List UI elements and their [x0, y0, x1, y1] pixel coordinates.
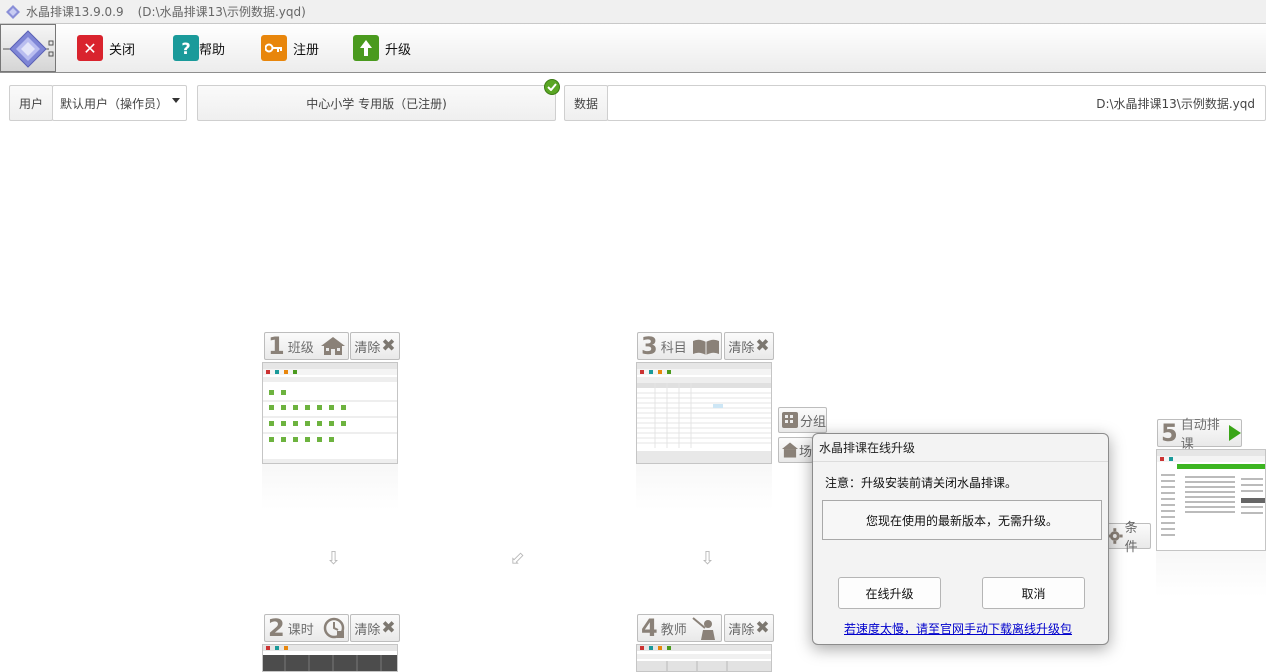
clear-label: 清除 [354, 622, 381, 638]
house-icon [782, 442, 798, 458]
step-label: 科目 [660, 340, 687, 356]
toolbar: ✕ 关闭 ? 帮助 注册 升级 [0, 24, 1266, 73]
clear-label: 清除 [354, 340, 381, 356]
class-preview-thumbnail[interactable] [262, 362, 398, 464]
app-logo-icon [6, 4, 20, 19]
step-label: 班级 [287, 340, 314, 356]
period-preview-image [263, 645, 397, 671]
step-number: 2 [268, 614, 285, 642]
auto-schedule-preview-thumbnail[interactable] [1156, 449, 1266, 551]
grid-icon [782, 412, 798, 428]
down-arrow-icon: ⇩ [326, 548, 342, 569]
user-label: 用户 [18, 96, 43, 111]
user-select[interactable]: 默认用户（操作员） [52, 85, 187, 121]
group-label: 分组 [800, 414, 827, 430]
venue-button[interactable]: 场 [778, 437, 813, 463]
user-label-box: 用户 [9, 85, 53, 121]
class-preview-reflection [262, 464, 398, 510]
close-button[interactable]: ✕ 关闭 [77, 34, 135, 62]
clock-icon [323, 617, 344, 639]
down-arrow-icon: ⇩ [700, 548, 716, 569]
dialog-status-message: 您现在使用的最新版本，无需升级。 [822, 500, 1102, 540]
book-icon [692, 339, 719, 355]
key-icon [261, 35, 287, 61]
offline-download-link[interactable]: 若速度太慢，请至官网手动下载离线升级包 [844, 620, 1072, 637]
clear-class-button[interactable]: 清除 ✖ [350, 332, 400, 360]
teacher-icon [692, 617, 715, 640]
subject-preview-thumbnail[interactable] [636, 362, 772, 464]
data-label-box: 数据 [564, 85, 608, 121]
gear-icon [1107, 528, 1123, 544]
clear-x-icon: ✖ [381, 336, 396, 356]
data-label: 数据 [573, 96, 598, 111]
clear-x-icon: ✖ [755, 618, 770, 638]
class-preview-image [263, 363, 397, 463]
dialog-divider [813, 461, 1108, 462]
teacher-preview-thumbnail[interactable] [636, 644, 772, 672]
license-box: 中心小学 专用版（已注册) [197, 85, 556, 121]
license-text: 中心小学 专用版（已注册) [306, 96, 447, 111]
help-label: 帮助 [199, 42, 226, 58]
data-path-value: D:\水晶排课13\示例数据.yqd [1096, 96, 1255, 111]
auto-schedule-preview-reflection [1156, 551, 1266, 597]
step-number: 1 [268, 332, 285, 360]
data-path-box: D:\水晶排课13\示例数据.yqd [607, 85, 1266, 121]
house-icon [320, 337, 345, 355]
app-title: 水晶排课13.9.0.9 [26, 5, 124, 19]
clear-x-icon: ✖ [755, 336, 770, 356]
step-class-button[interactable]: 1 班级 [264, 332, 349, 360]
upgrade-label: 升级 [385, 42, 412, 58]
step-label: 课时 [287, 622, 314, 638]
status-message-text: 您现在使用的最新版本，无需升级。 [865, 513, 1058, 528]
app-menu-button[interactable] [0, 24, 56, 72]
auto-schedule-preview-image [1157, 450, 1265, 536]
close-icon: ✕ [77, 35, 103, 61]
play-icon [1229, 425, 1241, 441]
condition-label: 条件 [1124, 521, 1138, 555]
teacher-preview-image [637, 645, 771, 671]
period-preview-thumbnail[interactable] [262, 644, 398, 672]
user-select-value: 默认用户（操作员） [60, 96, 169, 111]
step-label: 自动排课 [1180, 418, 1220, 452]
crystal-logo-icon [3, 30, 54, 68]
step-number: 4 [641, 614, 658, 642]
step-subject-button[interactable]: 3 科目 [637, 332, 722, 360]
step-teacher-button[interactable]: 4 教师 [637, 614, 722, 642]
venue-label: 场 [798, 444, 812, 460]
register-label: 注册 [293, 42, 320, 58]
clear-label: 清除 [728, 340, 755, 356]
step-number: 3 [641, 332, 658, 360]
step-auto-schedule-button[interactable]: 5 自动排课 [1157, 418, 1242, 452]
dialog-title: 水晶排课在线升级 [819, 441, 916, 455]
online-upgrade-dialog: 水晶排课在线升级 注意：升级安装前请关闭水晶排课。 您现在使用的最新版本，无需升… [812, 433, 1109, 645]
title-bar: 水晶排课13.9.0.9 (D:\水晶排课13\示例数据.yqd) [0, 0, 1266, 24]
clear-label: 清除 [728, 622, 755, 638]
clear-teacher-button[interactable]: 清除 ✖ [724, 614, 774, 642]
step-label: 教师 [660, 622, 687, 638]
dropdown-arrow-icon [172, 98, 180, 103]
step-period-button[interactable]: 2 课时 [264, 614, 349, 642]
clear-x-icon: ✖ [381, 618, 396, 638]
subject-preview-image [637, 363, 771, 463]
condition-button[interactable]: 条件 [1104, 521, 1151, 555]
cancel-button[interactable]: 取消 [982, 577, 1085, 609]
dialog-note: 注意：升级安装前请关闭水晶排课。 [825, 476, 1018, 490]
verified-check-icon [544, 79, 560, 95]
online-upgrade-button[interactable]: 在线升级 [838, 577, 941, 609]
group-button[interactable]: 分组 [778, 407, 827, 433]
upgrade-button[interactable]: 升级 [353, 34, 411, 62]
step-number: 5 [1161, 419, 1178, 447]
up-arrow-icon [353, 35, 379, 61]
clear-subject-button[interactable]: 清除 ✖ [724, 332, 774, 360]
register-button[interactable]: 注册 [261, 34, 319, 62]
app-window: 水晶排课13.9.0.9 (D:\水晶排课13\示例数据.yqd) ✕ 关闭 ?… [0, 0, 1266, 672]
diagonal-arrow-icon: ⇩ [503, 546, 530, 573]
help-button[interactable]: ? 帮助 [173, 34, 225, 62]
subject-preview-reflection [636, 464, 772, 510]
file-path: (D:\水晶排课13\示例数据.yqd) [137, 5, 306, 19]
close-label: 关闭 [109, 42, 136, 58]
help-icon: ? [173, 35, 199, 61]
clear-period-button[interactable]: 清除 ✖ [350, 614, 400, 642]
